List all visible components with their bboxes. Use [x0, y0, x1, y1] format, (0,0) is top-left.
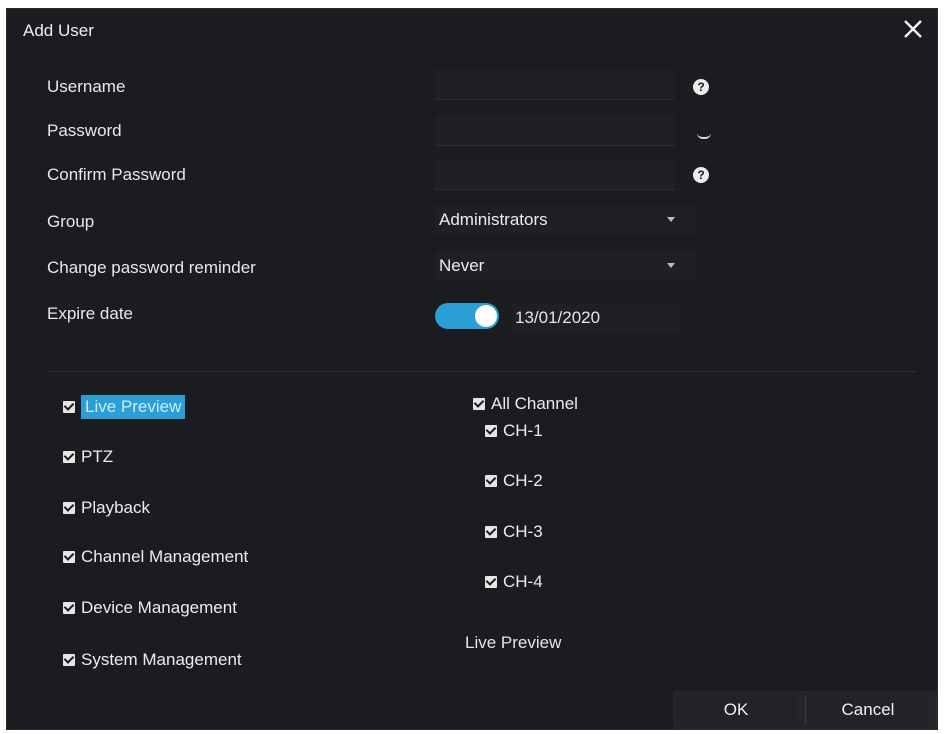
channel-label: CH-4 — [503, 572, 543, 591]
checkbox-checked-icon[interactable] — [485, 425, 497, 437]
checkbox-checked-icon[interactable] — [63, 451, 75, 463]
password-label: Password — [47, 121, 122, 140]
expire-date-label: Expire date — [47, 304, 133, 323]
eye-icon[interactable] — [697, 133, 711, 139]
section-divider — [47, 371, 917, 372]
all-channel-label: All Channel — [491, 394, 578, 413]
expire-date-field[interactable]: 13/01/2020 — [511, 303, 679, 333]
group-label: Group — [47, 212, 95, 231]
permission-playback[interactable]: Playback — [63, 498, 150, 518]
channel-label: CH-2 — [503, 471, 543, 490]
checkbox-checked-icon[interactable] — [63, 551, 75, 563]
all-channel-checkbox[interactable]: All Channel — [473, 394, 578, 414]
reminder-select[interactable]: Never — [435, 251, 697, 281]
checkbox-checked-icon[interactable] — [485, 526, 497, 538]
channel-label: CH-3 — [503, 522, 543, 541]
reminder-label: Change password reminder — [47, 258, 256, 277]
permission-system-management[interactable]: System Management — [63, 650, 242, 670]
close-icon[interactable] — [899, 15, 927, 43]
checkbox-checked-icon[interactable] — [485, 475, 497, 487]
chevron-down-icon — [667, 263, 675, 268]
reminder-select-value: Never — [439, 256, 485, 275]
channel-label: CH-1 — [503, 421, 543, 440]
channel-context-label: Live Preview — [465, 633, 562, 652]
permission-label: Playback — [81, 498, 150, 517]
expire-date-toggle[interactable] — [435, 303, 499, 329]
button-divider — [805, 695, 806, 725]
permission-label: PTZ — [81, 447, 114, 466]
permission-label: Live Preview — [81, 395, 186, 419]
confirm-help-icon[interactable]: ? — [693, 167, 709, 183]
cancel-button[interactable]: Cancel — [809, 695, 927, 725]
username-field[interactable] — [435, 69, 675, 100]
group-select-value: Administrators — [439, 210, 548, 229]
confirm-password-label: Confirm Password — [47, 165, 186, 184]
checkbox-checked-icon[interactable] — [63, 401, 75, 413]
toggle-knob — [475, 305, 497, 327]
password-field[interactable] — [435, 115, 675, 146]
checkbox-checked-icon[interactable] — [63, 502, 75, 514]
permission-ptz[interactable]: PTZ — [63, 447, 113, 467]
ok-button[interactable]: OK — [677, 695, 795, 725]
chevron-down-icon — [667, 217, 675, 222]
channel-ch-2[interactable]: CH-2 — [485, 471, 543, 491]
checkbox-checked-icon[interactable] — [63, 654, 75, 666]
permission-label: System Management — [81, 650, 242, 669]
checkbox-checked-icon[interactable] — [485, 576, 497, 588]
username-help-icon[interactable]: ? — [693, 79, 709, 95]
group-select[interactable]: Administrators — [435, 205, 697, 235]
dialog-title: Add User — [23, 21, 94, 40]
confirm-password-field[interactable] — [435, 159, 675, 190]
checkbox-checked-icon[interactable] — [63, 602, 75, 614]
permission-channel-management[interactable]: Channel Management — [63, 547, 248, 567]
channel-ch-4[interactable]: CH-4 — [485, 572, 543, 592]
permission-live-preview[interactable]: Live Preview — [63, 395, 186, 419]
add-user-dialog: Add User Username ? Password Confirm Pas… — [6, 8, 938, 730]
permission-label: Channel Management — [81, 547, 249, 566]
permission-label: Device Management — [81, 598, 237, 617]
username-label: Username — [47, 77, 126, 96]
permission-device-management[interactable]: Device Management — [63, 598, 237, 618]
channel-ch-1[interactable]: CH-1 — [485, 421, 543, 441]
checkbox-checked-icon[interactable] — [473, 398, 485, 410]
channel-ch-3[interactable]: CH-3 — [485, 522, 543, 542]
